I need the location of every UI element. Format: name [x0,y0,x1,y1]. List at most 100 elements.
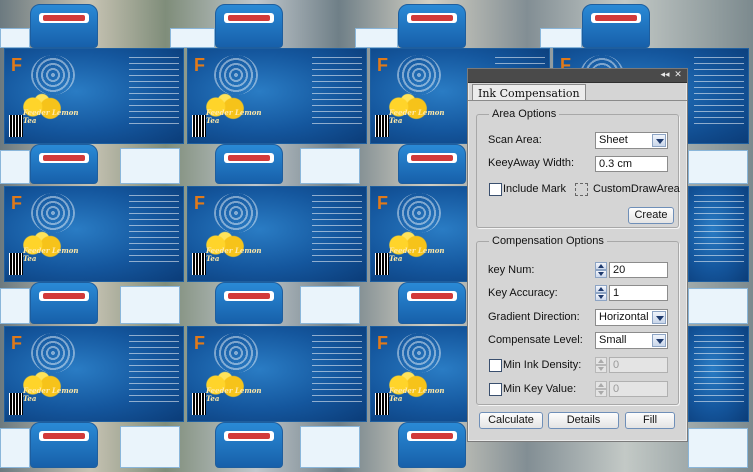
ingredient-text-block [129,195,179,265]
box-cap [398,422,466,468]
brand-logo: F [194,333,205,353]
ingredient-text-block [694,195,744,265]
ingredient-text-block [312,57,362,127]
keyaway-width-field[interactable]: 0.3 cm [595,156,668,172]
brand-logo: F [194,193,205,213]
chevron-down-icon[interactable] [652,334,666,347]
compensation-options-title: Compensation Options [489,235,607,248]
key-num-field[interactable]: 20 [609,262,668,278]
swirl-pattern [31,193,75,233]
gradient-direction-label: Gradient Direction: [488,311,580,323]
decrement-icon [595,389,607,397]
key-num-label: key Num: [488,264,535,276]
swirl-pattern [397,333,441,373]
swirl-pattern [214,55,258,95]
swirl-pattern [397,55,441,95]
barcode [192,393,206,415]
glue-flap [688,428,748,468]
box-panel: F Feeder Lemon Tea [187,48,367,144]
brand-logo: F [377,193,388,213]
tab-ink-compensation[interactable]: Ink Compensation [472,84,586,101]
swirl-pattern [397,193,441,233]
ingredient-text-block [129,335,179,405]
product-name: Feeder Lemon Tea [389,386,445,403]
compensate-level-label: Compensate Level: [488,334,583,346]
tab-divider [468,100,687,101]
barcode [192,253,206,275]
product-name: Feeder Lemon Tea [389,108,445,125]
swirl-pattern [31,333,75,373]
calculate-button[interactable]: Calculate [479,412,543,429]
top-cap-row [0,0,753,48]
decrement-icon[interactable] [595,293,607,301]
box-cap [398,4,466,48]
glue-flap [120,426,180,468]
product-name: Feeder Lemon Tea [206,108,262,125]
key-num-stepper[interactable] [595,262,607,278]
ingredient-text-block [312,335,362,405]
box-cap [582,4,650,48]
compensate-level-select[interactable]: Small [595,332,668,349]
product-name: Feeder Lemon Tea [206,386,262,403]
product-name: Feeder Lemon Tea [23,246,79,263]
box-cap [30,144,98,184]
brand-logo: F [11,55,22,75]
product-name: Feeder Lemon Tea [206,246,262,263]
key-accuracy-stepper[interactable] [595,285,607,301]
box-cap [215,4,283,48]
glue-flap [0,428,30,468]
keyaway-width-label: KeeyAway Width: [488,157,575,169]
double-chevron-left-icon[interactable]: ◂◂ [659,70,671,81]
min-key-value-field: 0 [609,381,668,397]
barcode [9,253,23,275]
min-ink-density-stepper [595,357,607,373]
chevron-down-icon[interactable] [652,311,666,324]
decrement-icon[interactable] [595,270,607,278]
increment-icon[interactable] [595,285,607,293]
glue-flap [300,286,360,324]
box-cap [30,4,98,48]
close-icon[interactable]: ✕ [672,70,684,81]
box-panel [688,186,749,282]
product-name: Feeder Lemon Tea [23,386,79,403]
box-panel: F Feeder Lemon Tea [187,186,367,282]
gradient-direction-select[interactable]: Horizontal [595,309,668,326]
min-ink-density-checkbox[interactable] [489,359,502,372]
glue-flap [688,288,748,324]
details-button[interactable]: Details [548,412,619,429]
glue-flap [300,148,360,184]
key-accuracy-label: Key Accuracy: [488,287,558,299]
key-accuracy-field[interactable]: 1 [609,285,668,301]
panel-titlebar[interactable]: ◂◂ ✕ [468,69,687,83]
increment-icon [595,357,607,365]
compensate-level-value: Small [599,334,627,346]
brand-logo: F [194,55,205,75]
box-cap [398,144,466,184]
glue-flap [0,28,30,48]
box-panel: F Feeder Lemon Tea [4,186,184,282]
box-cap [215,282,283,324]
custom-draw-area-checkbox[interactable] [575,183,588,196]
area-options-title: Area Options [489,108,560,121]
glue-flap [0,150,30,184]
ingredient-text-block [694,57,744,127]
gradient-direction-value: Horizontal [599,311,649,323]
swirl-pattern [31,55,75,95]
barcode [9,115,23,137]
brand-logo: F [11,333,22,353]
barcode [375,393,389,415]
glue-flap [355,28,398,48]
fill-button[interactable]: Fill [625,412,675,429]
glue-flap [688,150,748,184]
include-mark-checkbox[interactable] [489,183,502,196]
box-cap [398,282,466,324]
create-button[interactable]: Create [628,207,674,224]
brand-logo: F [377,333,388,353]
min-key-value-checkbox[interactable] [489,383,502,396]
compensation-options-group: Compensation Options key Num: 20 Key Acc… [476,235,679,405]
chevron-down-icon[interactable] [652,134,666,147]
glue-flap [120,148,180,184]
box-panel: F Feeder Lemon Tea [4,48,184,144]
increment-icon[interactable] [595,262,607,270]
scan-area-select[interactable]: Sheet [595,132,668,149]
